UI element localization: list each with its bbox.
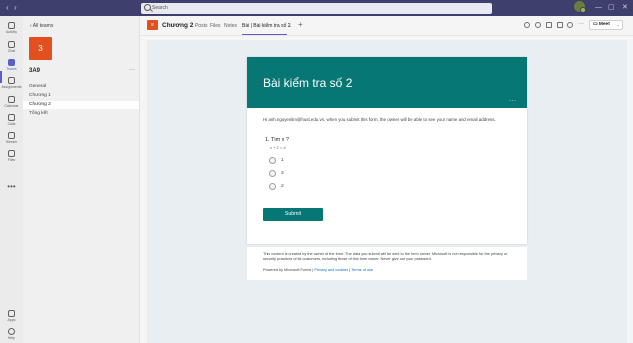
tab-files[interactable]: Files [210,22,221,30]
meet-dropdown-button[interactable]: ⌄ [614,20,623,30]
channel-title: Chương 2 [162,22,194,29]
submit-button[interactable]: Submit [263,208,323,221]
rail-label: Activity [5,30,18,34]
rail-label: Files [7,158,16,162]
file-icon [8,150,15,157]
terms-link[interactable]: Terms of use [351,268,373,272]
rail-item-teams[interactable]: Teams [0,59,23,71]
form-title: Bài kiểm tra số 2 [263,76,353,90]
rail-item-chat[interactable]: Chat [0,41,23,53]
app-rail: Activity Chat Teams Assignments Calendar… [0,16,23,343]
expand-icon[interactable] [546,22,552,28]
rail-item-apps[interactable]: Apps [0,310,23,322]
rail-label: Assignments [1,85,22,89]
question-subtitle: x + 2 = 4 [270,145,286,150]
calendar-icon [8,96,15,103]
rail-item-calendar[interactable]: Calendar [0,96,23,108]
rail-item-stream[interactable]: Stream [0,132,23,144]
form-more-options-icon[interactable]: ··· [509,98,517,104]
channel-icon: ≡ [147,20,158,30]
team-panel: ‹ All teams 3 3A9 ··· General Chương 1 C… [23,16,140,343]
refresh-icon[interactable] [524,22,530,28]
chat-icon [8,41,15,48]
rail-item-activity[interactable]: Activity [0,22,23,34]
search-bar[interactable]: Search [141,3,492,14]
form-disclaimer: This content is created by the owner of … [263,252,508,261]
stream-icon [8,132,15,139]
option-label: 2 [281,184,284,189]
rail-label: Calls [7,122,16,126]
tab-dropdown-icon[interactable]: ⌄ [288,22,292,30]
channel-general[interactable]: General [23,83,139,91]
meet-button[interactable]: ▭ Meet [589,20,615,30]
maximize-icon[interactable]: ▢ [608,2,615,14]
team-name: 3A9 [29,68,41,74]
phone-icon [8,114,15,121]
powered-by-line: Powered by Microsoft Forms | Privacy and… [263,268,373,273]
help-icon [8,328,15,335]
active-tab-underline [242,34,287,35]
radio-button[interactable] [269,170,276,177]
minimize-icon[interactable]: — [595,2,602,14]
team-avatar: 3 [29,37,52,60]
user-avatar[interactable] [574,1,586,13]
all-teams-back-link[interactable]: ‹ All teams [30,23,53,30]
rail-label: Calendar [4,104,19,108]
rail-item-help[interactable]: Help [0,328,23,340]
rail-label: Apps [7,318,16,322]
back-arrow-icon[interactable]: ‹ [6,2,9,14]
chat-bubble-icon[interactable] [535,22,541,28]
tab-posts[interactable]: Posts [195,22,208,30]
radio-button[interactable] [269,183,276,190]
search-icon [144,4,151,11]
rail-label: Teams [6,67,17,71]
radio-button[interactable] [269,157,276,164]
tab-bai-kiem-tra[interactable]: Bài | Bài kiểm tra số 2 [242,22,291,30]
rail-label: Chat [7,49,16,53]
bell-icon [8,22,15,29]
rail-item-calls[interactable]: Calls [0,114,23,126]
rail-item-files[interactable]: Files [0,150,23,162]
channel-chuong-1[interactable]: Chương 1 [23,92,139,100]
more-options-icon[interactable]: ··· [578,20,584,28]
assignments-icon [8,77,15,84]
meet-label: Meet [598,22,610,27]
close-icon[interactable]: ✕ [622,2,628,14]
option-label: 1 [281,158,284,163]
tab-notes[interactable]: Notes [224,22,237,30]
privacy-link[interactable]: Privacy and cookies [314,268,348,272]
option-label: 3 [281,171,284,176]
apps-icon [8,310,15,317]
channel-header: ≡ Chương 2 Posts Files Notes Bài | Bài k… [140,16,633,36]
rail-item-assignments[interactable]: Assignments [0,77,23,89]
team-more-options-icon[interactable]: ··· [129,66,135,74]
settings-icon[interactable] [567,22,573,28]
more-apps-icon[interactable]: ••• [0,183,23,191]
rail-label: Stream [5,140,18,144]
add-tab-icon[interactable]: + [298,19,303,31]
form-footer: This content is created by the owner of … [247,247,527,280]
open-external-icon[interactable] [557,22,563,28]
identity-notice: Hi anh.nguyenlim@hust.edu.vn, when you s… [263,117,496,122]
forward-arrow-icon[interactable]: › [14,2,17,14]
question-title: 1. Tìm x ? [265,137,289,143]
form-banner: Bài kiểm tra số 2 ··· [247,57,527,108]
search-placeholder: Search [152,5,168,11]
rail-label: Help [7,336,16,340]
teams-icon [8,59,15,66]
form-card: Bài kiểm tra số 2 ··· Hi anh.nguyenlim@h… [247,57,527,244]
channel-tong-ket[interactable]: Tổng kết [23,110,139,118]
channel-chuong-2[interactable]: Chương 2 [23,101,139,109]
powered-by-text: Powered by Microsoft Forms | [263,268,315,272]
title-bar: ‹ › Search — ▢ ✕ [0,0,633,16]
